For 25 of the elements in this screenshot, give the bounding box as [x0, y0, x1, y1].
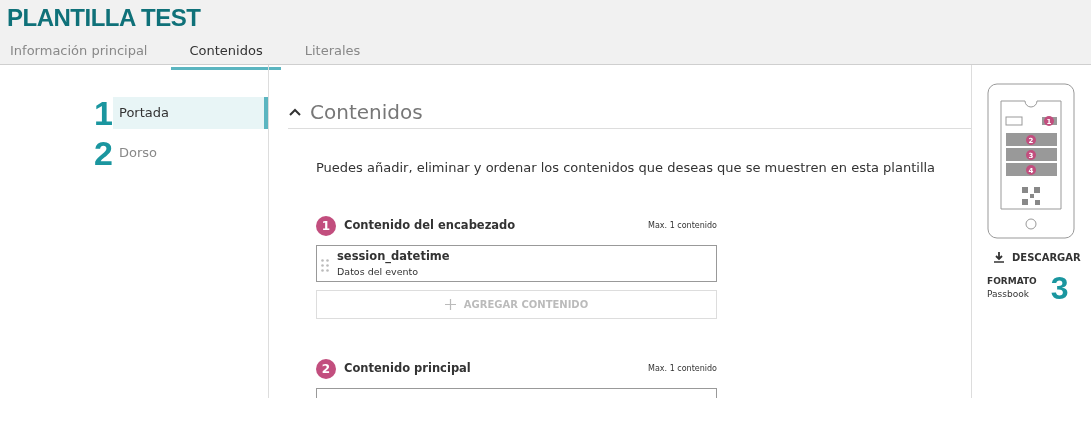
section-title: Contenidos — [310, 99, 423, 126]
chevron-up-icon[interactable] — [288, 107, 302, 117]
format-value: Passbook — [987, 288, 1030, 301]
drag-handle-icon[interactable] — [321, 258, 329, 272]
sidebar-item[interactable]: Portada — [113, 97, 268, 129]
item-name: session_datetime — [337, 247, 450, 265]
content-item[interactable]: session_datetime Datos del evento — [316, 244, 717, 282]
step-badge: 2 — [316, 358, 336, 379]
group-title: Contenido del encabezado — [344, 216, 516, 234]
step-number: 2 — [93, 136, 113, 170]
page-title: PLANTILLA TEST — [6, 3, 202, 30]
step-number: 3 — [1050, 272, 1069, 304]
sidebar-item[interactable]: Dorso — [113, 137, 268, 169]
download-button[interactable]: DESCARGAR — [988, 249, 1087, 266]
limit-note: Max. 1 contenido — [648, 219, 717, 232]
step-number: 1 — [93, 96, 113, 130]
plus-icon — [444, 298, 456, 310]
download-icon — [994, 252, 1004, 263]
item-subtitle: Datos del evento — [337, 264, 420, 279]
step-badge: 1 — [316, 215, 336, 236]
description: Puedes añadir, eliminar y ordenar los contenidos que deseas que se muestren en esta plantilla — [316, 159, 937, 177]
tab[interactable]: Contenidos — [171, 32, 281, 70]
group-title: Contenido principal — [344, 359, 471, 377]
format-label: FORMATO — [987, 274, 1037, 288]
limit-note: Max. 1 contenido — [648, 362, 717, 375]
